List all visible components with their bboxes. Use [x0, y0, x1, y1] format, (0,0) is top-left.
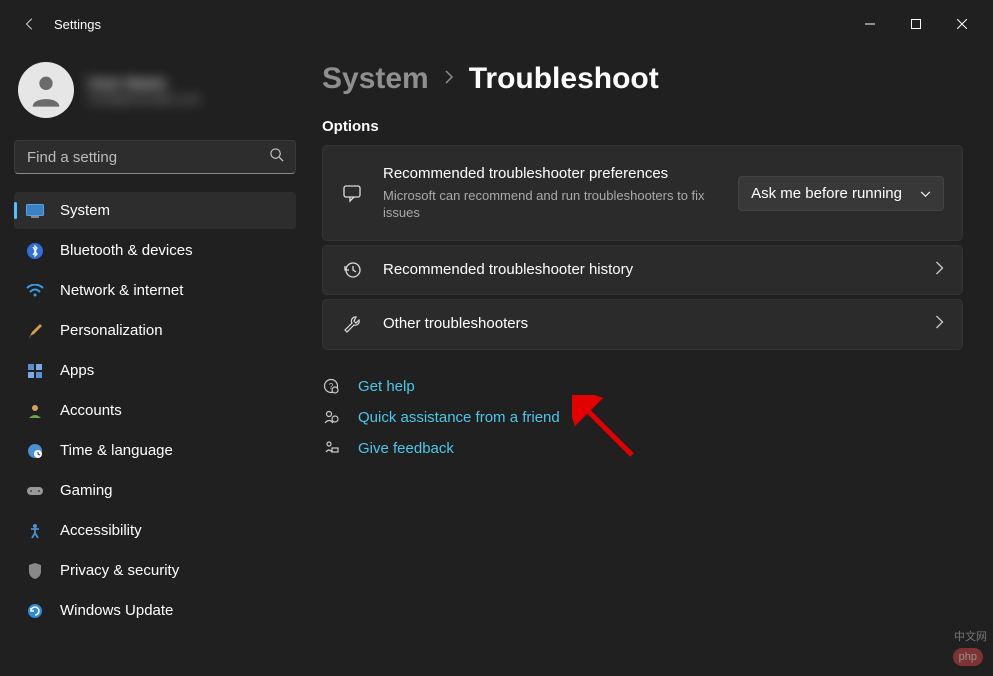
sidebar-item-label: Windows Update	[60, 602, 173, 619]
card-other-troubleshooters[interactable]: Other troubleshooters	[322, 299, 963, 349]
search-icon	[269, 147, 284, 167]
sidebar-item-label: Network & internet	[60, 282, 183, 299]
accounts-icon	[26, 402, 44, 420]
titlebar: Settings	[0, 0, 993, 48]
card-body: Other troubleshooters	[383, 314, 915, 334]
chat-icon	[341, 183, 363, 203]
sidebar-item-label: Time & language	[60, 442, 173, 459]
update-icon	[26, 602, 44, 620]
card-desc: Microsoft can recommend and run troubles…	[383, 187, 718, 222]
sidebar-item-system[interactable]: System	[14, 192, 296, 229]
help-links: ? Get help Quick assistance from a frien…	[322, 378, 963, 457]
sidebar-item-accessibility[interactable]: Accessibility	[14, 512, 296, 549]
sidebar: User Name email@example.com System Blu	[0, 48, 310, 676]
sidebar-item-privacy[interactable]: Privacy & security	[14, 552, 296, 589]
sidebar-item-label: Gaming	[60, 482, 113, 499]
card-action: Ask me before running	[738, 176, 944, 211]
breadcrumb: System Troubleshoot	[322, 62, 963, 96]
minimize-button[interactable]	[847, 8, 893, 40]
sidebar-item-apps[interactable]: Apps	[14, 352, 296, 389]
sidebar-item-bluetooth[interactable]: Bluetooth & devices	[14, 232, 296, 269]
sidebar-item-label: System	[60, 202, 110, 219]
chevron-right-icon	[935, 315, 944, 334]
svg-text:?: ?	[329, 382, 334, 391]
feedback-icon	[322, 440, 340, 456]
section-title-options: Options	[322, 118, 963, 135]
sidebar-item-label: Privacy & security	[60, 562, 179, 579]
profile-block[interactable]: User Name email@example.com	[14, 48, 296, 140]
avatar	[18, 62, 74, 118]
link-get-help[interactable]: ? Get help	[322, 378, 963, 395]
sidebar-item-label: Bluetooth & devices	[60, 242, 193, 259]
chevron-down-icon	[920, 185, 931, 202]
breadcrumb-parent[interactable]: System	[322, 62, 429, 96]
sidebar-item-label: Accessibility	[60, 522, 142, 539]
sidebar-item-accounts[interactable]: Accounts	[14, 392, 296, 429]
profile-email: email@example.com	[88, 92, 292, 106]
page-title: Troubleshoot	[469, 62, 659, 96]
wrench-icon	[341, 314, 363, 334]
card-title: Recommended troubleshooter preferences	[383, 164, 718, 184]
preferences-dropdown[interactable]: Ask me before running	[738, 176, 944, 211]
back-button[interactable]	[16, 10, 44, 38]
search-wrapper	[14, 140, 296, 174]
link-text: Quick assistance from a friend	[358, 409, 560, 426]
chevron-right-icon	[935, 261, 944, 280]
app-title: Settings	[54, 17, 847, 32]
link-text: Get help	[358, 378, 415, 395]
shield-icon	[26, 562, 44, 580]
wifi-icon	[26, 282, 44, 300]
card-troubleshooter-preferences[interactable]: Recommended troubleshooter preferences M…	[322, 145, 963, 241]
accessibility-icon	[26, 522, 44, 540]
link-give-feedback[interactable]: Give feedback	[322, 440, 963, 457]
help-icon: ?	[322, 378, 340, 394]
link-quick-assist[interactable]: Quick assistance from a friend	[322, 409, 963, 426]
apps-icon	[26, 362, 44, 380]
card-troubleshooter-history[interactable]: Recommended troubleshooter history	[322, 245, 963, 295]
chevron-right-icon	[443, 69, 455, 90]
watermark-cn: 中文网	[954, 628, 987, 644]
sidebar-item-gaming[interactable]: Gaming	[14, 472, 296, 509]
brush-icon	[26, 322, 44, 340]
card-body: Recommended troubleshooter history	[383, 260, 915, 280]
dropdown-value: Ask me before running	[751, 185, 902, 202]
maximize-button[interactable]	[893, 8, 939, 40]
sidebar-item-windows-update[interactable]: Windows Update	[14, 592, 296, 629]
watermark: php	[953, 648, 983, 666]
person-help-icon	[322, 409, 340, 425]
sidebar-item-personalization[interactable]: Personalization	[14, 312, 296, 349]
close-button[interactable]	[939, 8, 985, 40]
link-text: Give feedback	[358, 440, 454, 457]
sidebar-item-label: Accounts	[60, 402, 122, 419]
nav: System Bluetooth & devices Network & int…	[14, 192, 296, 629]
card-title: Recommended troubleshooter history	[383, 260, 915, 280]
card-body: Recommended troubleshooter preferences M…	[383, 164, 718, 221]
main-panel: System Troubleshoot Options Recommended …	[310, 48, 993, 676]
sidebar-item-network[interactable]: Network & internet	[14, 272, 296, 309]
search-input[interactable]	[14, 140, 296, 174]
clock-globe-icon	[26, 442, 44, 460]
sidebar-item-time-language[interactable]: Time & language	[14, 432, 296, 469]
bluetooth-icon	[26, 242, 44, 260]
card-title: Other troubleshooters	[383, 314, 915, 334]
sidebar-item-label: Personalization	[60, 322, 163, 339]
profile-text: User Name email@example.com	[88, 75, 292, 106]
display-icon	[26, 202, 44, 220]
sidebar-item-label: Apps	[60, 362, 94, 379]
window-controls	[847, 8, 985, 40]
history-icon	[341, 260, 363, 280]
gamepad-icon	[26, 482, 44, 500]
profile-name: User Name	[88, 75, 292, 92]
